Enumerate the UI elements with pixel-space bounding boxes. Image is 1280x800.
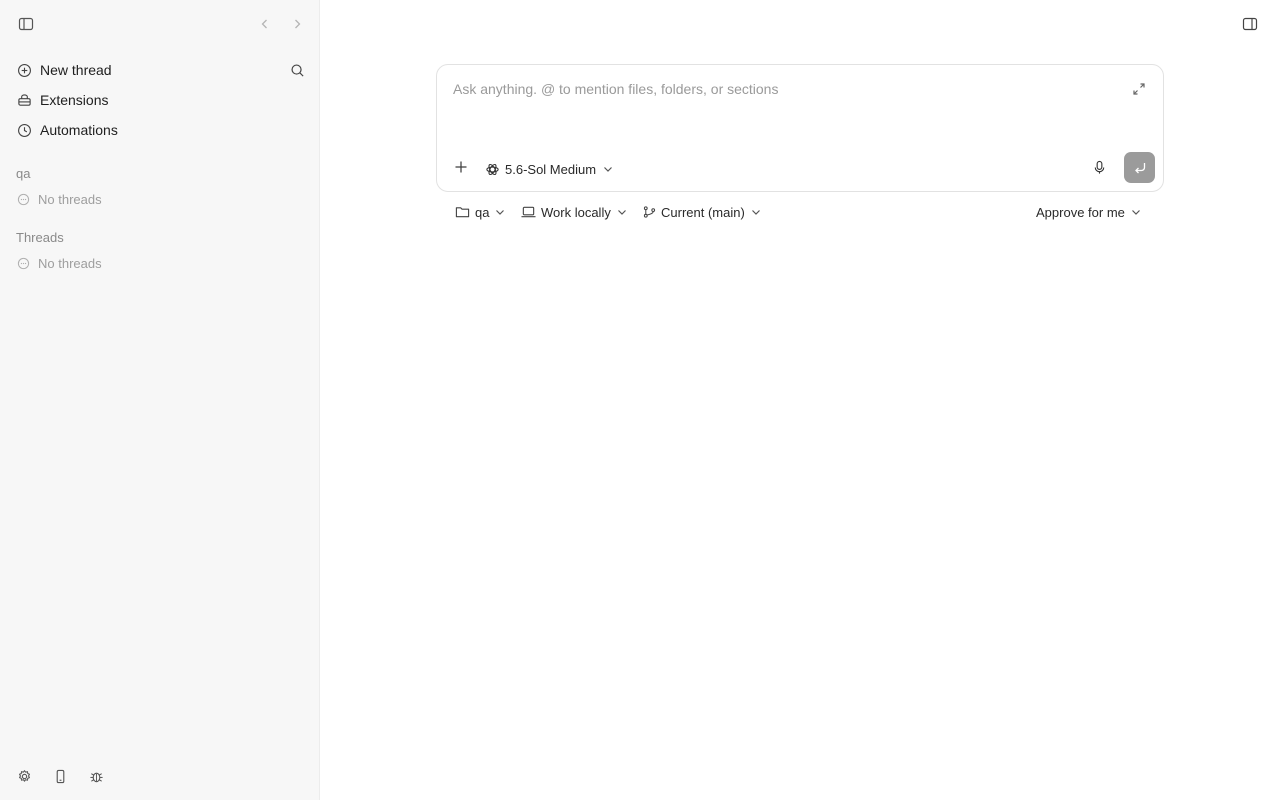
chevron-down-icon: [751, 207, 761, 217]
project-label: qa: [475, 204, 490, 220]
extensions-icon: [16, 92, 32, 108]
section-title-qa: qa: [16, 166, 31, 181]
model-selector[interactable]: 5.6-Sol Medium: [485, 159, 613, 179]
chevron-down-icon: [495, 207, 505, 217]
extensions-button[interactable]: Extensions: [8, 86, 311, 114]
section-title-threads: Threads: [16, 230, 64, 245]
chevron-down-icon: [603, 164, 613, 174]
back-arrow-icon[interactable]: [255, 14, 275, 34]
laptop-icon: [521, 205, 536, 219]
thread-bubble-icon: [16, 257, 30, 271]
clock-icon: [16, 122, 32, 138]
approval-selector[interactable]: Approve for me: [1036, 202, 1141, 222]
folder-icon: [455, 205, 470, 219]
expand-icon[interactable]: [1129, 79, 1149, 99]
sidebar: New thread Extensions Automations qa No …: [0, 0, 320, 800]
microphone-icon[interactable]: [1089, 157, 1109, 177]
project-selector[interactable]: qa: [455, 202, 505, 222]
approval-label: Approve for me: [1036, 204, 1125, 220]
branch-label: Current (main): [661, 204, 745, 220]
forward-arrow-icon[interactable]: [287, 14, 307, 34]
plus-circle-icon: [16, 62, 32, 78]
nav-label: Automations: [40, 122, 118, 138]
thread-bubble-icon: [16, 193, 30, 207]
composer[interactable]: Ask anything. @ to mention files, folder…: [436, 64, 1164, 192]
empty-threads-label: No threads: [38, 256, 102, 271]
add-attachment-icon[interactable]: [451, 157, 471, 177]
model-logo-icon: [485, 162, 500, 177]
nav-label: Extensions: [40, 92, 109, 108]
empty-threads-row: No threads: [16, 192, 102, 207]
toggle-sidebar-icon[interactable]: [16, 14, 36, 34]
automations-button[interactable]: Automations: [8, 116, 311, 144]
toggle-right-panel-icon[interactable]: [1240, 14, 1260, 34]
prompt-input[interactable]: Ask anything. @ to mention files, folder…: [453, 81, 778, 97]
environment-label: Work locally: [541, 204, 611, 220]
chevron-down-icon: [1131, 207, 1141, 217]
gear-icon[interactable]: [14, 766, 34, 786]
send-button[interactable]: [1124, 152, 1155, 183]
enter-arrow-icon: [1133, 161, 1147, 175]
environment-selector[interactable]: Work locally: [521, 202, 627, 222]
branch-selector[interactable]: Current (main): [643, 202, 761, 222]
empty-threads-label: No threads: [38, 192, 102, 207]
phone-icon[interactable]: [50, 766, 70, 786]
empty-threads-row: No threads: [16, 256, 102, 271]
nav-label: New thread: [40, 62, 112, 78]
model-label: 5.6-Sol Medium: [505, 161, 597, 177]
chevron-down-icon: [617, 207, 627, 217]
new-thread-button[interactable]: New thread: [8, 56, 311, 84]
bug-icon[interactable]: [86, 766, 106, 786]
git-branch-icon: [643, 205, 656, 219]
search-icon[interactable]: [287, 60, 307, 80]
